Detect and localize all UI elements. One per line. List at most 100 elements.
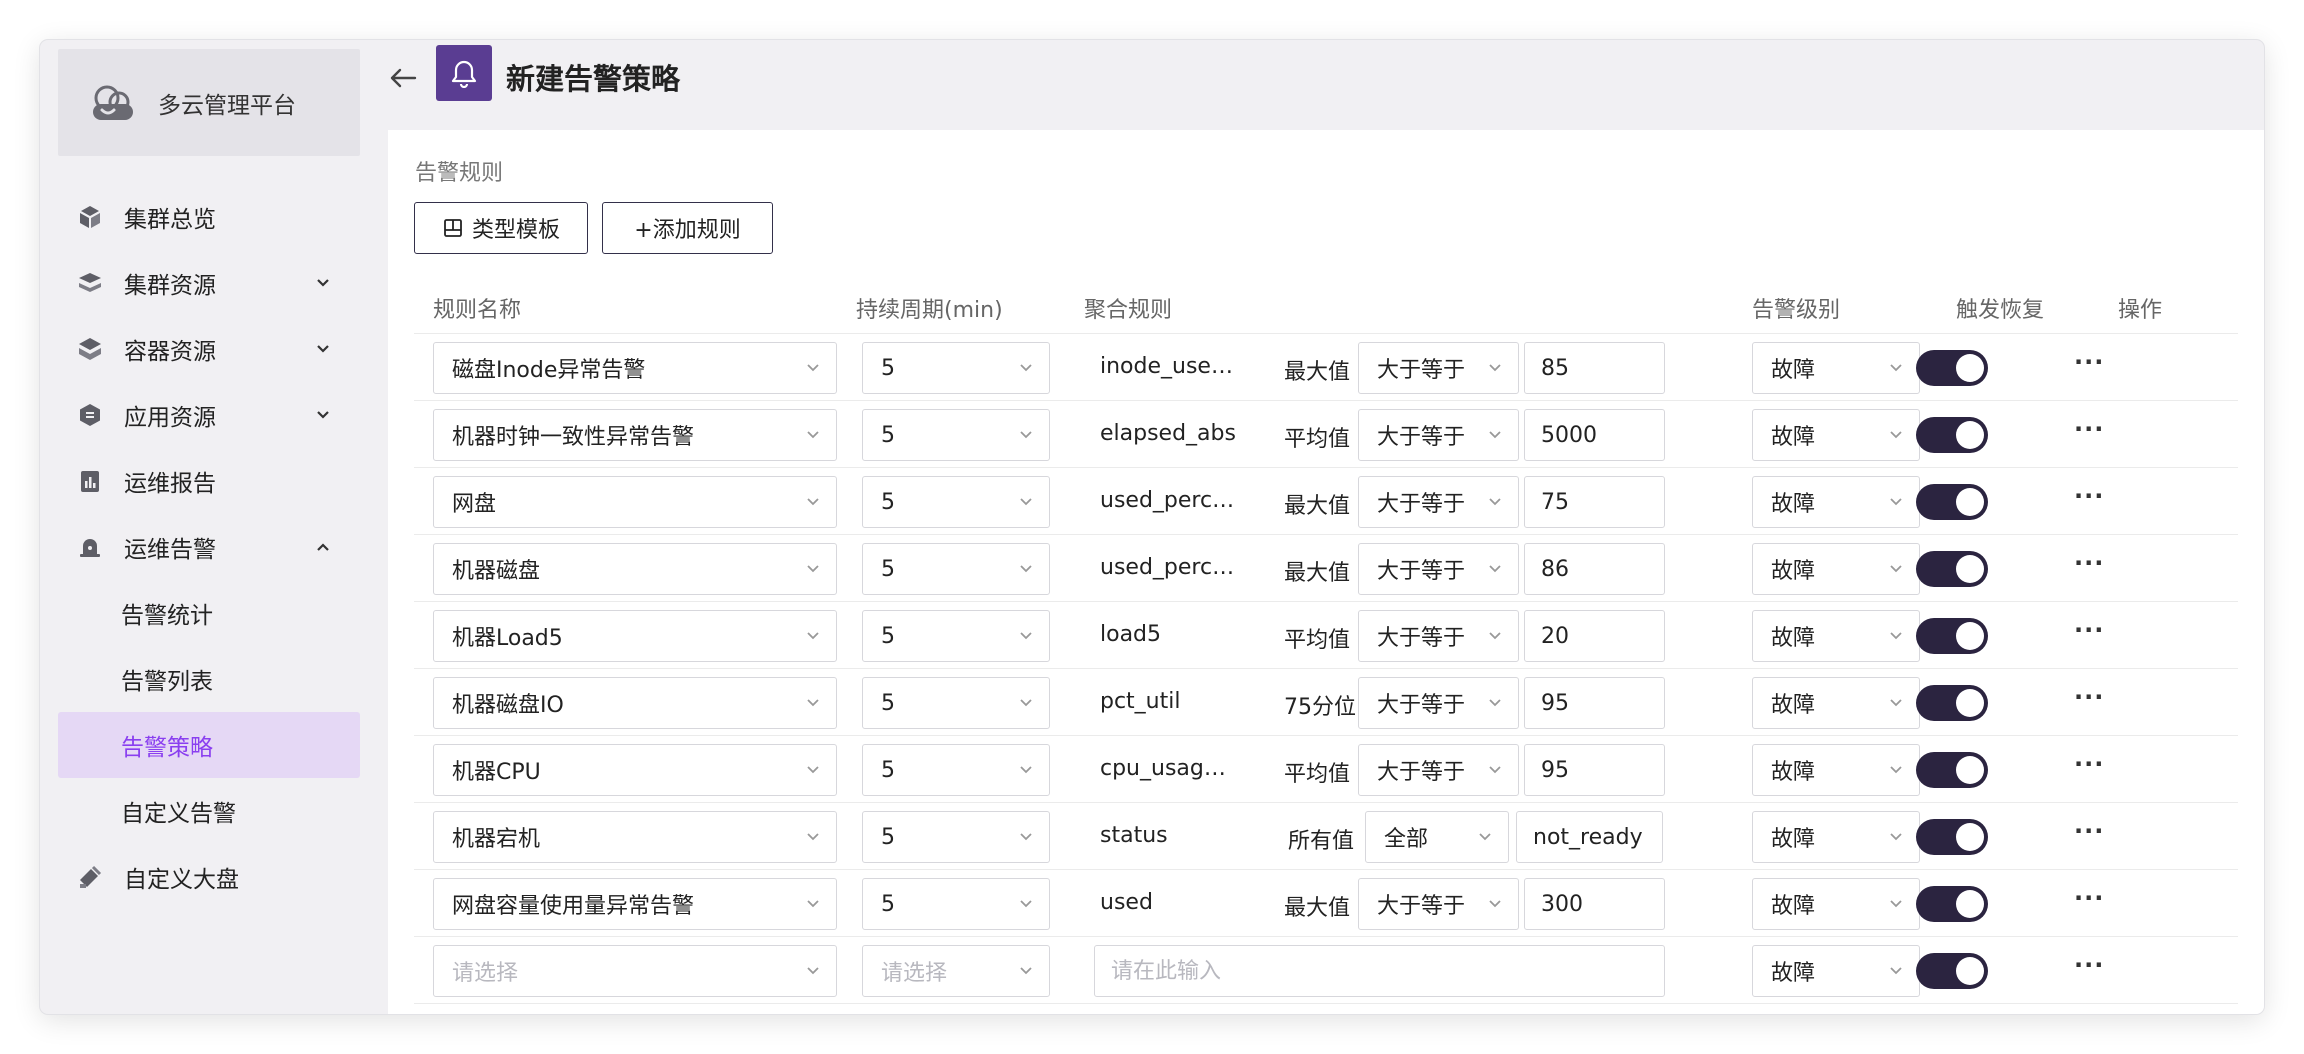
more-actions-button[interactable]: ··· (2074, 482, 2104, 510)
period-select[interactable]: 5 (862, 476, 1050, 528)
rule-name-select[interactable]: 网盘容量使用量异常告警 (433, 878, 837, 930)
alert-level-select[interactable]: 故障 (1752, 811, 1920, 863)
rule-name-select[interactable]: 磁盘Inode异常告警 (433, 342, 837, 394)
trigger-recover-toggle[interactable] (1916, 819, 1988, 855)
sidebar-item-cluster-overview[interactable]: 集群总览 (58, 184, 360, 250)
alert-level-select[interactable]: 故障 (1752, 476, 1920, 528)
alert-level-select[interactable]: 故障 (1752, 945, 1920, 997)
alert-level-select[interactable]: 故障 (1752, 543, 1920, 595)
chevron-up-icon (317, 543, 329, 551)
operator-select[interactable]: 全部 (1365, 811, 1509, 863)
threshold-input[interactable] (1524, 543, 1665, 595)
period-select[interactable]: 5 (862, 677, 1050, 729)
sidebar-item-container-resources[interactable]: 容器资源 (58, 316, 360, 382)
more-actions-button[interactable]: ··· (2074, 817, 2104, 845)
trigger-recover-toggle[interactable] (1916, 551, 1988, 587)
sidebar-subitem-alert-stats[interactable]: 告警统计 (58, 580, 360, 646)
sidebar-item-custom-dashboard[interactable]: 自定义大盘 (58, 844, 360, 910)
sidebar-item-app-resources[interactable]: 应用资源 (58, 382, 360, 448)
more-actions-button[interactable]: ··· (2074, 884, 2104, 912)
operator-select[interactable]: 大于等于 (1358, 409, 1519, 461)
threshold-input[interactable] (1524, 409, 1665, 461)
rule-name-select[interactable]: 机器CPU (433, 744, 837, 796)
rule-name-select[interactable]: 机器时钟一致性异常告警 (433, 409, 837, 461)
back-arrow-icon[interactable] (385, 60, 421, 96)
sidebar-subitem-alert-policy[interactable]: 告警策略 (58, 712, 360, 778)
threshold-input[interactable] (1524, 610, 1665, 662)
add-rule-button[interactable]: +添加规则 (602, 202, 773, 254)
metric-name: used_percent (1100, 555, 1236, 580)
alert-level-value: 故障 (1771, 559, 1816, 584)
rule-name-select[interactable]: 网盘 (433, 476, 837, 528)
alert-level-select[interactable]: 故障 (1752, 342, 1920, 394)
period-select[interactable]: 5 (862, 342, 1050, 394)
period-select[interactable]: 5 (862, 878, 1050, 930)
alert-level-select[interactable]: 故障 (1752, 744, 1920, 796)
alert-level-select[interactable]: 故障 (1752, 610, 1920, 662)
operator-select[interactable]: 大于等于 (1358, 878, 1519, 930)
operator-select[interactable]: 大于等于 (1358, 476, 1519, 528)
more-actions-button[interactable]: ··· (2074, 348, 2104, 376)
more-actions-button[interactable]: ··· (2074, 750, 2104, 778)
trigger-recover-toggle[interactable] (1916, 886, 1988, 922)
sidebar-item-ops-report[interactable]: 运维报告 (58, 448, 360, 514)
threshold-input[interactable] (1524, 342, 1665, 394)
app-logo[interactable]: 多云管理平台 (58, 49, 360, 156)
rule-name-select[interactable]: 机器磁盘 (433, 543, 837, 595)
template-icon (442, 217, 464, 239)
rule-name-placeholder: 请选择 (452, 961, 519, 986)
alert-level-value: 故障 (1771, 358, 1816, 383)
threshold-input[interactable] (1524, 878, 1665, 930)
toggle-knob (1956, 421, 1984, 449)
period-select[interactable]: 请选择 (862, 945, 1050, 997)
operator-value: 大于等于 (1377, 760, 1466, 785)
chevron-down-icon (807, 565, 819, 573)
alert-level-select[interactable]: 故障 (1752, 409, 1920, 461)
period-select[interactable]: 5 (862, 811, 1050, 863)
period-select[interactable]: 5 (862, 409, 1050, 461)
operator-select[interactable]: 大于等于 (1358, 342, 1519, 394)
trigger-recover-toggle[interactable] (1916, 417, 1988, 453)
metric-name: used (1100, 890, 1153, 915)
rule-name-select[interactable]: 请选择 (433, 945, 837, 997)
trigger-recover-toggle[interactable] (1916, 350, 1988, 386)
operator-select[interactable]: 大于等于 (1358, 677, 1519, 729)
rule-name-select[interactable]: 机器宕机 (433, 811, 837, 863)
operator-select[interactable]: 大于等于 (1358, 543, 1519, 595)
chevron-down-icon (1020, 699, 1032, 707)
sidebar-subitem-alert-list[interactable]: 告警列表 (58, 646, 360, 712)
threshold-input[interactable] (1516, 811, 1663, 863)
more-actions-button[interactable]: ··· (2074, 415, 2104, 443)
threshold-input[interactable] (1524, 476, 1665, 528)
header-period: 持续周期(min) (856, 298, 1003, 323)
sidebar-item-cluster-resources[interactable]: 集群资源 (58, 250, 360, 316)
chevron-down-icon (317, 279, 329, 287)
period-select[interactable]: 5 (862, 543, 1050, 595)
sidebar-subitem-custom-alert[interactable]: 自定义告警 (58, 778, 360, 844)
aggregation-input[interactable] (1094, 945, 1665, 997)
threshold-input[interactable] (1524, 677, 1665, 729)
operator-select[interactable]: 大于等于 (1358, 610, 1519, 662)
trigger-recover-toggle[interactable] (1916, 953, 1988, 989)
alert-level-select[interactable]: 故障 (1752, 677, 1920, 729)
more-actions-button[interactable]: ··· (2074, 951, 2104, 979)
chevron-down-icon (317, 345, 329, 353)
more-actions-button[interactable]: ··· (2074, 683, 2104, 711)
type-template-button[interactable]: 类型模板 (414, 202, 588, 254)
sidebar-item-ops-alerts[interactable]: 运维告警 (58, 514, 360, 580)
trigger-recover-toggle[interactable] (1916, 618, 1988, 654)
rule-name-select[interactable]: 机器磁盘IO (433, 677, 837, 729)
period-select[interactable]: 5 (862, 610, 1050, 662)
trigger-recover-toggle[interactable] (1916, 752, 1988, 788)
trigger-recover-toggle[interactable] (1916, 484, 1988, 520)
alert-level-select[interactable]: 故障 (1752, 878, 1920, 930)
period-select[interactable]: 5 (862, 744, 1050, 796)
threshold-input[interactable] (1524, 744, 1665, 796)
trigger-recover-toggle[interactable] (1916, 685, 1988, 721)
rule-name-select[interactable]: 机器Load5 (433, 610, 837, 662)
more-actions-button[interactable]: ··· (2074, 549, 2104, 577)
more-actions-button[interactable]: ··· (2074, 616, 2104, 644)
operator-select[interactable]: 大于等于 (1358, 744, 1519, 796)
sidebar-item-label: 集群总览 (124, 207, 216, 233)
chevron-down-icon (807, 699, 819, 707)
